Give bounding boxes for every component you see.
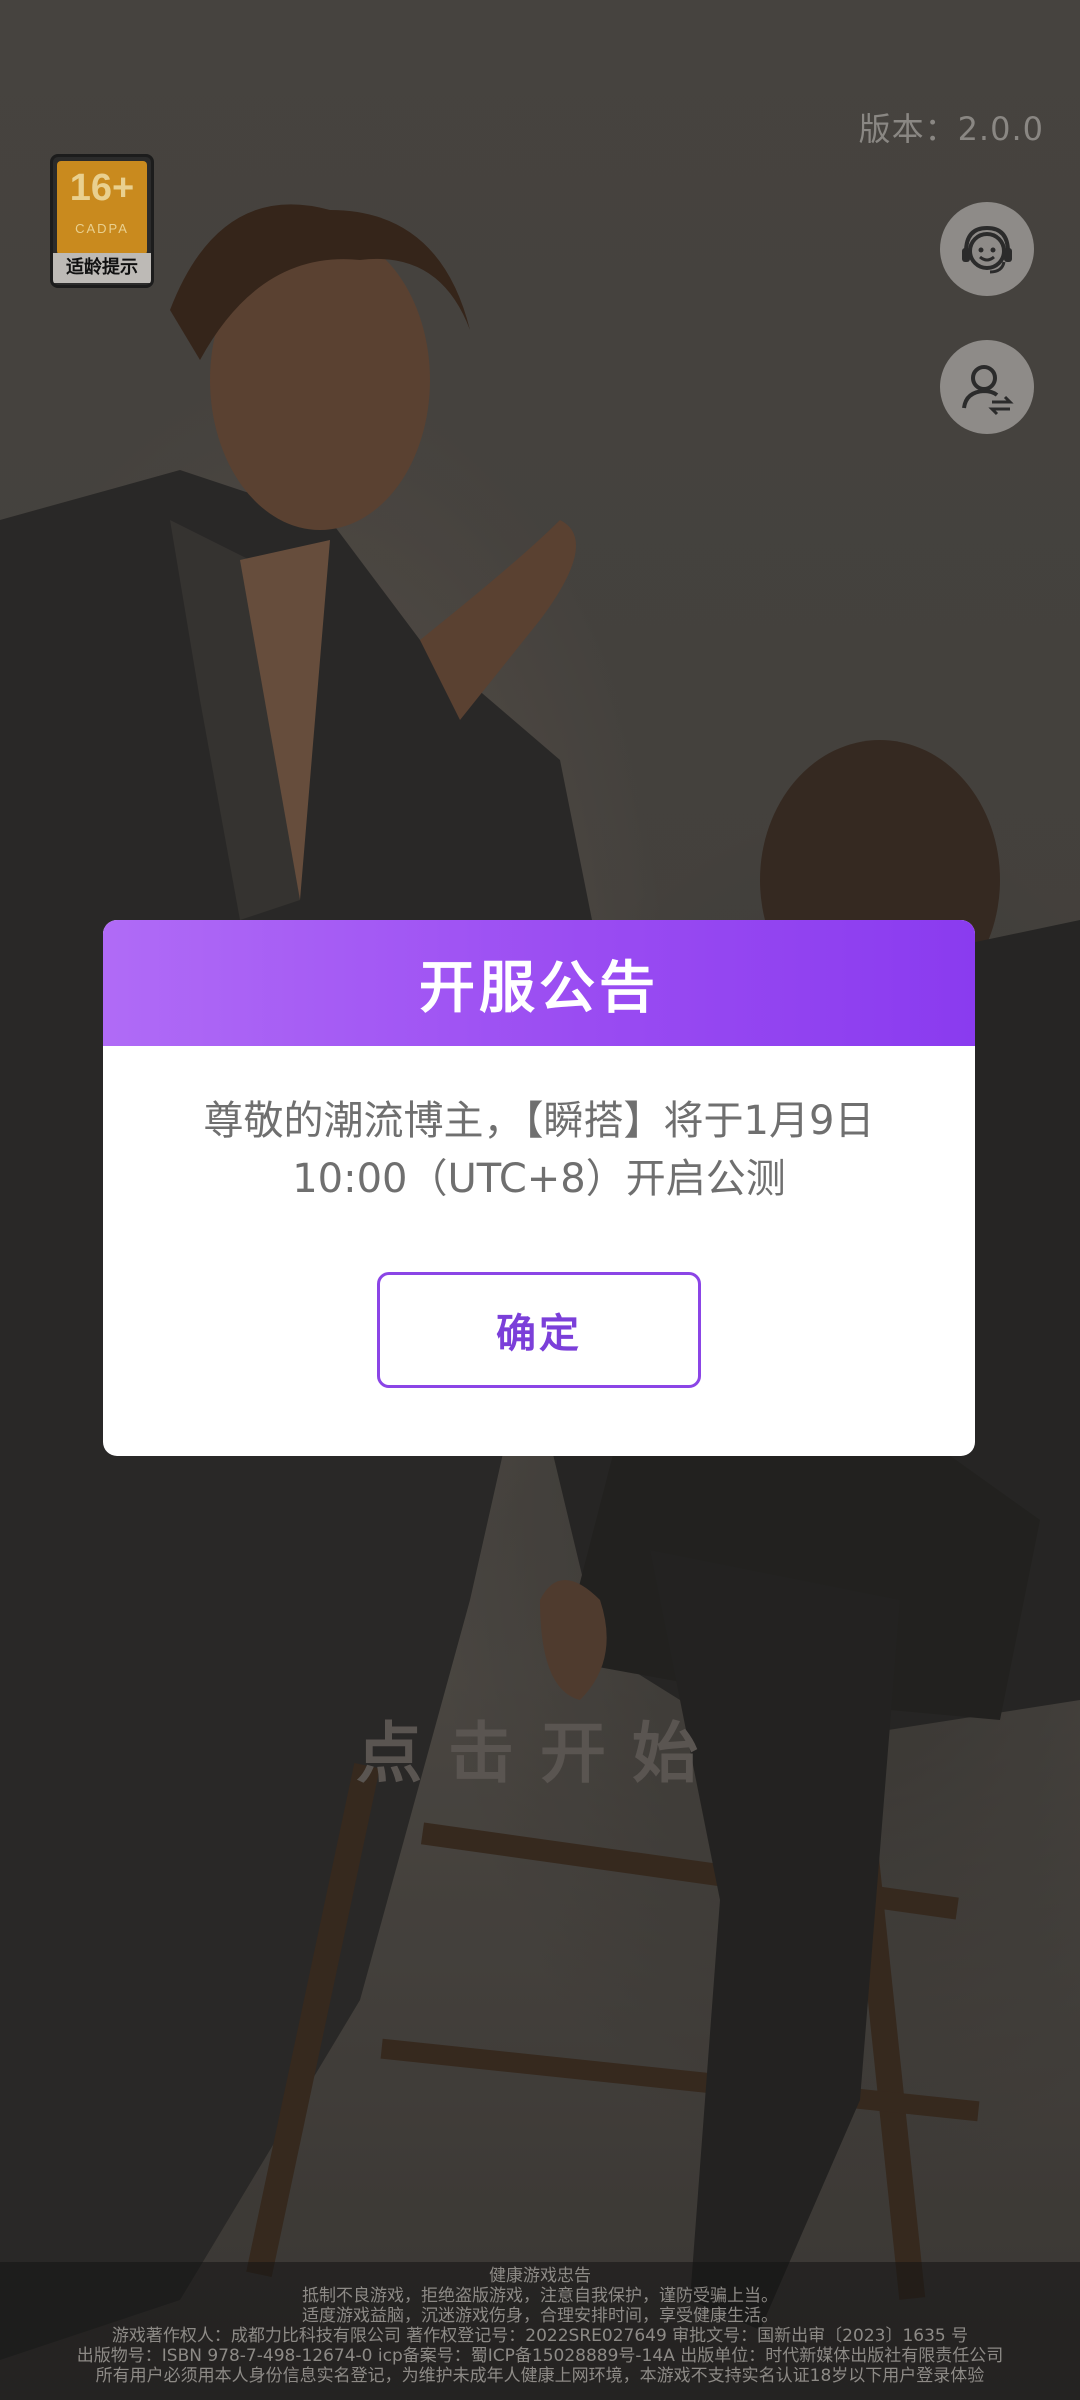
switch-account-button[interactable] [940,340,1034,434]
confirm-button[interactable]: 确定 [377,1272,701,1388]
dialog-header: 开服公告 [103,920,975,1046]
health-notice-footer: 健康游戏忠告 抵制不良游戏，拒绝盗版游戏，注意自我保护，谨防受骗上当。 适度游戏… [0,2262,1080,2400]
footer-line-4: 游戏著作权人：成都力比科技有限公司 著作权登记号：2022SRE027649 审… [111,2326,969,2346]
footer-line-5: 出版物号：ISBN 978-7-498-12674-0 icp备案号：蜀ICP备… [76,2346,1004,2366]
footer-line-3: 适度游戏益脑，沉迷游戏伤身，合理安排时间，享受健康生活。 [302,2306,778,2326]
dialog-message: 尊敬的潮流博主，【瞬搭】将于1月9日 10:00（UTC+8）开启公测 [143,1092,935,1208]
age-rating-badge[interactable]: 16+ CADPA 适龄提示 [50,154,154,288]
announcement-dialog: 开服公告 尊敬的潮流博主，【瞬搭】将于1月9日 10:00（UTC+8）开启公测… [103,920,975,1456]
dialog-message-line1: 尊敬的潮流博主，【瞬搭】将于1月9日 [203,1098,875,1144]
age-rating-org: CADPA [75,221,129,236]
tap-to-start-text[interactable]: 点击开始 [0,1700,1080,1796]
version-label: 版本：2.0.0 [858,110,1044,148]
footer-line-1: 健康游戏忠告 [489,2266,591,2286]
footer-line-2: 抵制不良游戏，拒绝盗版游戏，注意自我保护，谨防受骗上当。 [302,2286,778,2306]
customer-service-icon [962,225,1012,274]
age-rating-number: 16+ [69,167,135,209]
switch-account-icon [962,365,1014,416]
dialog-message-line2: 10:00（UTC+8）开启公测 [292,1156,786,1202]
age-rating-label: 适龄提示 [53,253,151,283]
customer-service-button[interactable] [940,202,1034,296]
footer-line-6: 所有用户必须用本人身份信息实名登记，为维护未成年人健康上网环境，本游戏不支持实名… [95,2366,985,2386]
dialog-title: 开服公告 [419,955,659,1021]
